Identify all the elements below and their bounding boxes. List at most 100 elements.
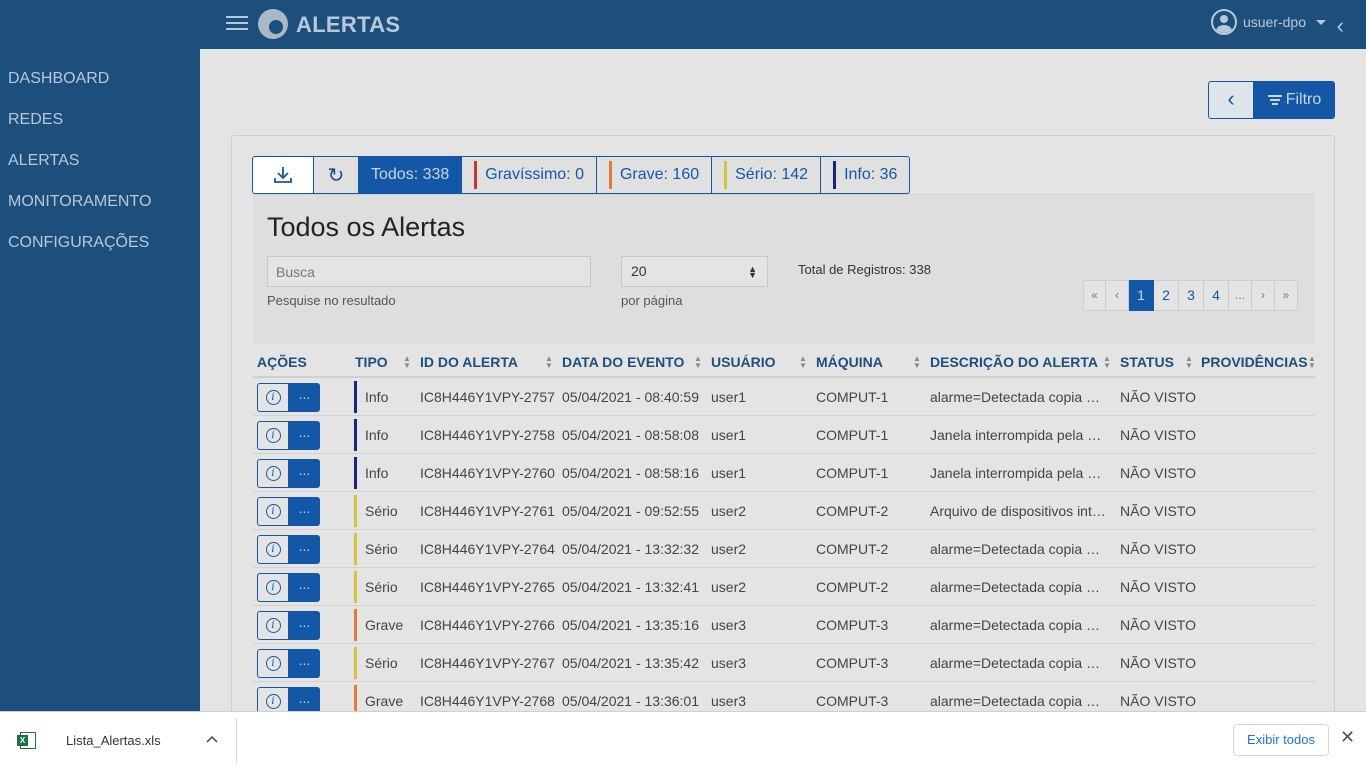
download-file-name[interactable]: Lista_Alertas.xls (66, 733, 161, 748)
page-first-button[interactable]: « (1083, 280, 1106, 311)
column-label: TIPO (355, 354, 388, 370)
filter-controls: ‹ Filtro (1208, 81, 1335, 119)
table-row[interactable]: i... Sério IC8H446Y1VPY-2767 05/04/2021 - 1… (253, 644, 1315, 682)
pagination: « ‹ 1 2 3 4 ... › » (1083, 280, 1298, 311)
close-icon[interactable]: ✕ (1340, 727, 1355, 748)
info-button[interactable]: i (257, 459, 289, 488)
column-header-id[interactable]: ID DO ALERTA ▲ ▼ (420, 354, 553, 370)
per-page-label: por página (621, 293, 683, 308)
username: usuer-dpo (1242, 14, 1306, 30)
tab-info[interactable]: Info: 36 (821, 156, 911, 194)
row-actions: i... (257, 611, 320, 640)
filter-label: Filtro (1285, 91, 1322, 108)
table-row[interactable]: i... Info IC8H446Y1VPY-2757 05/04/2021 - 08… (253, 378, 1315, 416)
table-row[interactable]: i... Grave IC8H446Y1VPY-2766 05/04/2021 - 1… (253, 606, 1315, 644)
filter-button[interactable]: Filtro (1254, 81, 1335, 119)
severity-color-bar (354, 571, 357, 603)
more-options-button[interactable]: ... (289, 459, 320, 488)
cell-tipo: Info (365, 427, 389, 443)
info-icon: i (265, 580, 281, 595)
table-row[interactable]: i... Info IC8H446Y1VPY-2758 05/04/2021 - 08… (253, 416, 1315, 454)
info-button[interactable]: i (257, 649, 289, 678)
more-options-button[interactable]: ... (289, 611, 320, 640)
tab-grave[interactable]: Grave: 160 (596, 156, 713, 194)
refresh-button[interactable]: ↻ (314, 156, 359, 194)
tab-label: Grave: 160 (619, 166, 700, 183)
info-icon: i (265, 656, 281, 671)
per-page-select[interactable]: 20 ▲ ▼ (621, 256, 768, 287)
cell-tipo: Grave (365, 617, 404, 633)
sort-icon: ▲ ▼ (403, 354, 411, 370)
caret-down-icon (1316, 19, 1326, 25)
column-header-providencias[interactable]: PROVIDÊNCIAS ▲ ▼ (1201, 354, 1316, 370)
sidebar-item-configuracoes[interactable]: CONFIGURAÇÕES (0, 231, 200, 272)
page-button-4[interactable]: 4 (1204, 280, 1229, 311)
page-button-1[interactable]: 1 (1129, 280, 1154, 311)
table-row[interactable]: i... Sério IC8H446Y1VPY-2765 05/04/2021 - 1… (253, 568, 1315, 606)
cell-id: IC8H446Y1VPY-2766 (420, 617, 555, 633)
info-button[interactable]: i (257, 421, 289, 450)
page-next-button[interactable]: › (1252, 280, 1275, 311)
cell-descricao: alarme=Detectada copia de arquivo (930, 579, 1106, 595)
table-row[interactable]: i... Sério IC8H446Y1VPY-2764 05/04/2021 - 1… (253, 530, 1315, 568)
info-button[interactable]: i (257, 573, 289, 602)
tab-label: Todos: 338 (371, 166, 450, 183)
user-menu[interactable]: usuer-dpo (1210, 9, 1326, 35)
sidebar-item-dashboard[interactable]: DASHBOARD (0, 67, 200, 108)
severity-color-bar (724, 161, 728, 189)
sort-icon: ▲ ▼ (1308, 354, 1316, 370)
sidebar-item-alertas[interactable]: ALERTAS (0, 149, 200, 190)
table-row[interactable]: i... Info IC8H446Y1VPY-2760 05/04/2021 - 08… (253, 454, 1315, 492)
tab-todos[interactable]: Todos: 338 (359, 156, 463, 194)
sort-icon: ▲ ▼ (799, 354, 807, 370)
severity-color-bar (354, 381, 357, 413)
show-all-downloads-button[interactable]: Exibir todos (1233, 724, 1329, 756)
column-header-tipo[interactable]: TIPO ▲ ▼ (355, 354, 411, 370)
more-options-button[interactable]: ... (289, 497, 320, 526)
info-icon: i (265, 694, 281, 709)
tab-gravissimo[interactable]: Gravíssimo: 0 (462, 156, 597, 194)
more-options-button[interactable]: ... (289, 649, 320, 678)
cell-status: NÃO VISTO (1120, 617, 1196, 633)
page-button-2[interactable]: 2 (1154, 280, 1179, 311)
filter-icon (1267, 93, 1282, 107)
tab-serio[interactable]: Sério: 142 (712, 156, 822, 194)
severity-color-bar (354, 457, 357, 489)
sidebar: DASHBOARD REDES ALERTAS MONITORAMENTO CO… (0, 49, 200, 711)
select-arrows-icon: ▲ ▼ (748, 264, 757, 280)
sidebar-item-monitoramento[interactable]: MONITORAMENTO (0, 190, 200, 231)
column-header-data[interactable]: DATA DO EVENTO ▲ ▼ (562, 354, 702, 370)
info-button[interactable]: i (257, 497, 289, 526)
info-button[interactable]: i (257, 611, 289, 640)
cell-data: 05/04/2021 - 08:40:59 (562, 389, 700, 405)
info-button[interactable]: i (257, 535, 289, 564)
hamburger-menu-icon[interactable] (226, 12, 248, 34)
column-header-status[interactable]: STATUS ▲ ▼ (1120, 354, 1193, 370)
search-input[interactable] (267, 256, 591, 287)
more-options-button[interactable]: ... (289, 383, 320, 412)
cell-maquina: COMPUT-2 (816, 503, 889, 519)
cell-data: 05/04/2021 - 08:58:16 (562, 465, 700, 481)
sidebar-item-redes[interactable]: REDES (0, 108, 200, 149)
tab-label: Sério: 142 (735, 166, 809, 183)
info-button[interactable]: i (257, 383, 289, 412)
column-header-usuario[interactable]: USUÁRIO ▲ ▼ (711, 354, 807, 370)
back-button[interactable]: ‹ (1208, 81, 1254, 119)
page-prev-button[interactable]: ‹ (1106, 280, 1129, 311)
more-options-button[interactable]: ... (289, 421, 320, 450)
page-last-button[interactable]: » (1275, 280, 1298, 311)
more-options-button[interactable]: ... (289, 535, 320, 564)
cell-tipo: Sério (365, 541, 398, 557)
chevron-left-icon[interactable]: ‹ (1337, 13, 1344, 39)
column-label: MÁQUINA (816, 354, 883, 370)
download-button[interactable] (252, 156, 314, 194)
column-header-maquina[interactable]: MÁQUINA ▲ ▼ (816, 354, 921, 370)
cell-tipo: Info (365, 465, 389, 481)
page-button-3[interactable]: 3 (1179, 280, 1204, 311)
cell-descricao: alarme=Detectada copia de arquivo (930, 389, 1106, 405)
table-row[interactable]: i... Sério IC8H446Y1VPY-2761 05/04/2021 - 0… (253, 492, 1315, 530)
more-options-button[interactable]: ... (289, 573, 320, 602)
column-header-descricao[interactable]: DESCRIÇÃO DO ALERTA ▲ ▼ (930, 354, 1111, 370)
chevron-up-icon[interactable] (206, 730, 218, 746)
sort-icon: ▲ ▼ (913, 354, 921, 370)
